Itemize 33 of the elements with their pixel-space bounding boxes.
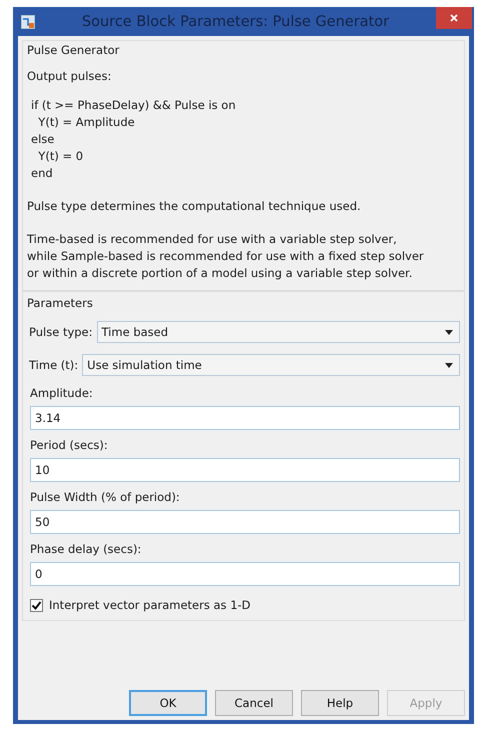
caret-icon: [445, 330, 453, 334]
group-title: Pulse Generator: [27, 43, 120, 57]
checkbox-label: Interpret vector parameters as 1-D: [49, 598, 251, 612]
field-label: Pulse type:: [28, 325, 93, 339]
input-field[interactable]: 0: [30, 562, 460, 586]
app-icon: [21, 14, 35, 28]
caret-icon: [445, 362, 453, 368]
input-field[interactable]: 10: [30, 458, 460, 482]
dialog-button[interactable]: Help: [301, 690, 379, 716]
code-line: end: [31, 165, 54, 182]
close-icon: [449, 13, 459, 23]
code-line: Y(t) = Amplitude: [37, 114, 136, 131]
field-label: Period (secs):: [30, 438, 109, 452]
code-line: if (t >= PhaseDelay) && Pulse is on: [31, 97, 237, 114]
field-label: Time (t):: [28, 358, 78, 372]
dropdown[interactable]: Time based: [96, 321, 460, 343]
code-line: else: [31, 131, 56, 148]
field-label: Pulse Width (% of period):: [30, 490, 181, 504]
input-field[interactable]: 3.14: [30, 406, 460, 430]
dialog-button[interactable]: Cancel: [215, 690, 293, 716]
close-button[interactable]: [436, 7, 472, 29]
code-line: Y(t) = 0: [37, 148, 84, 165]
group-title: Parameters: [27, 296, 94, 310]
dropdown[interactable]: Use simulation time: [82, 354, 460, 376]
field-label: Phase delay (secs):: [30, 542, 142, 556]
input-field[interactable]: 50: [30, 510, 460, 534]
description-text: Pulse type determines the computational technique used.: [27, 198, 362, 215]
description-heading: Output pulses:: [27, 69, 112, 83]
window-title: Source Block Parameters: Pulse Generator: [80, 14, 390, 30]
field-label: Amplitude:: [30, 386, 94, 400]
dialog-button[interactable]: OK: [129, 690, 207, 716]
description-text: Time-based is recommended for use with a variable step solver, while Sample-based is recommended for use with a fixed step solver or within a discrete portion of a model using a variable step solver.: [27, 231, 425, 282]
checkbox[interactable]: [30, 598, 43, 612]
